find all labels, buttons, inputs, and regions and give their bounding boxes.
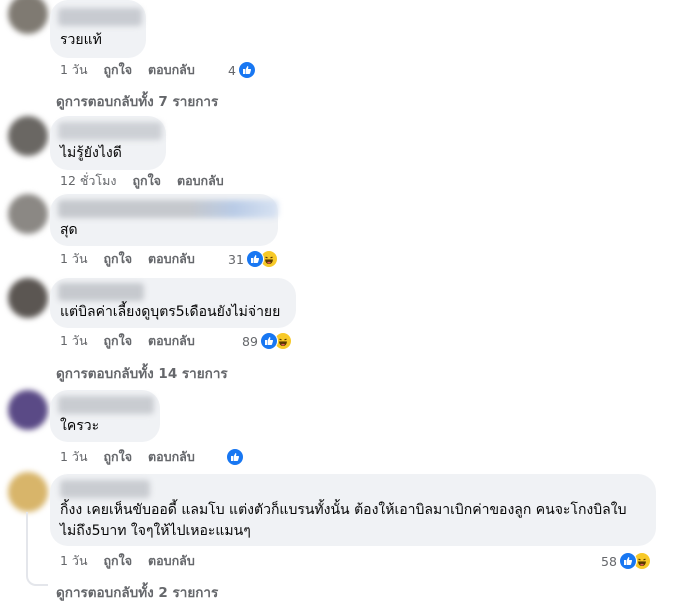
reaction-count: 89 xyxy=(242,333,258,349)
reaction-summary[interactable]: 31 xyxy=(228,249,278,269)
comment-time[interactable]: 12 ชั่วโมง xyxy=(60,172,116,190)
commenter-name-redacted[interactable] xyxy=(58,200,278,218)
like-button[interactable]: ถูกใจ xyxy=(132,172,161,190)
like-reaction-icon xyxy=(245,250,264,268)
reaction-count: 31 xyxy=(228,251,244,267)
reaction-summary[interactable] xyxy=(226,447,244,467)
view-replies-link[interactable]: ดูการตอบกลับทั้ง 14 รายการ xyxy=(56,362,228,384)
comment-time[interactable]: 1 วัน xyxy=(60,552,88,570)
reply-button[interactable]: ตอบกลับ xyxy=(148,250,195,268)
comment-actions: 12 ชั่วโมง ถูกใจ ตอบกลับ xyxy=(60,172,224,190)
comment-text: รวยแท้ xyxy=(60,32,102,48)
comment-text: ใครวะ xyxy=(60,418,100,434)
comment-text: แต่บิลค่าเลี้ยงดูบุตร5เดือนยังไม่จ่ายย xyxy=(60,304,281,320)
view-replies-link[interactable]: ดูการตอบกลับทั้ง 2 รายการ xyxy=(56,581,218,603)
view-replies-link[interactable]: ดูการตอบกลับทั้ง 7 รายการ xyxy=(56,90,218,112)
comment-text-line-2: ไม่ถึง5บาท ใจๆให้ไปเหอะแมนๆ xyxy=(60,523,251,539)
comment-text: สุด xyxy=(60,222,78,238)
comment-actions: 1 วัน ถูกใจ ตอบกลับ xyxy=(60,448,195,466)
avatar[interactable] xyxy=(8,194,48,234)
comment-time[interactable]: 1 วัน xyxy=(60,250,88,268)
comment-time[interactable]: 1 วัน xyxy=(60,448,88,466)
like-reaction-icon xyxy=(618,552,637,570)
comment-text-line-1: กิ้งง เคยเห็นขับออดี้ แลมโบ แต่งตัวก็แบร… xyxy=(60,502,627,518)
commenter-name-redacted[interactable] xyxy=(58,122,162,140)
reply-button[interactable]: ตอบกลับ xyxy=(148,552,195,570)
reply-thread-line xyxy=(26,512,48,586)
reply-button[interactable]: ตอบกลับ xyxy=(148,448,195,466)
comment-actions: 1 วัน ถูกใจ ตอบกลับ xyxy=(60,250,195,268)
commenter-name-redacted[interactable] xyxy=(58,8,142,26)
comment-text: ไม่รู้ยังไงดี xyxy=(60,145,122,161)
like-reaction-icon xyxy=(237,61,256,79)
avatar[interactable] xyxy=(8,0,48,34)
avatar[interactable] xyxy=(8,390,48,430)
reaction-summary[interactable]: 58 xyxy=(601,551,651,571)
like-button[interactable]: ถูกใจ xyxy=(103,61,132,79)
reply-button[interactable]: ตอบกลับ xyxy=(148,61,195,79)
reply-button[interactable]: ตอบกลับ xyxy=(148,332,195,350)
reaction-summary[interactable]: 4 xyxy=(228,60,256,80)
comment-actions: 1 วัน ถูกใจ ตอบกลับ xyxy=(60,332,195,350)
commenter-name-redacted[interactable] xyxy=(58,283,144,301)
avatar[interactable] xyxy=(8,116,48,156)
like-button[interactable]: ถูกใจ xyxy=(103,448,132,466)
reaction-count: 58 xyxy=(601,553,617,569)
like-button[interactable]: ถูกใจ xyxy=(103,250,132,268)
commenter-name-redacted[interactable] xyxy=(60,480,150,498)
reply-button[interactable]: ตอบกลับ xyxy=(177,172,224,190)
like-button[interactable]: ถูกใจ xyxy=(103,552,132,570)
commenter-name-redacted[interactable] xyxy=(58,396,154,414)
comment-actions: 1 วัน ถูกใจ ตอบกลับ xyxy=(60,61,195,79)
like-button[interactable]: ถูกใจ xyxy=(103,332,132,350)
avatar[interactable] xyxy=(8,472,48,512)
avatar[interactable] xyxy=(8,278,48,318)
reaction-count: 4 xyxy=(228,62,236,78)
like-reaction-icon xyxy=(259,332,278,350)
comment-time[interactable]: 1 วัน xyxy=(60,61,88,79)
like-reaction-icon xyxy=(226,448,244,466)
reaction-summary[interactable]: 89 xyxy=(242,331,292,351)
comment-actions: 1 วัน ถูกใจ ตอบกลับ xyxy=(60,552,195,570)
comment-time[interactable]: 1 วัน xyxy=(60,332,88,350)
